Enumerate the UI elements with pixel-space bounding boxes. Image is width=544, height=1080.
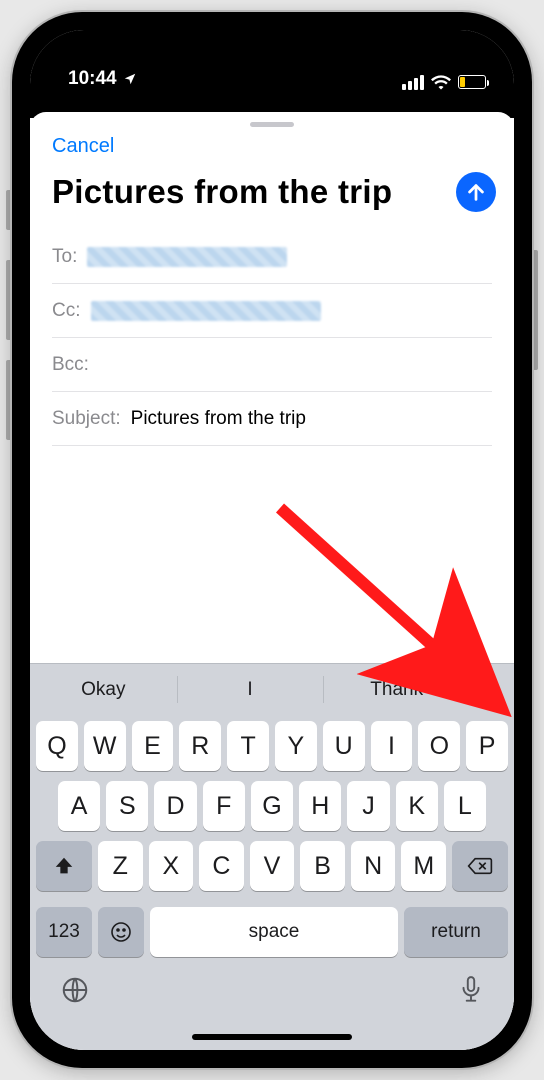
compose-title: Pictures from the trip xyxy=(52,173,448,211)
key-r[interactable]: R xyxy=(179,721,221,771)
arrow-up-icon xyxy=(465,181,487,203)
cc-label: Cc: xyxy=(52,300,81,322)
key-f[interactable]: F xyxy=(203,781,245,831)
backspace-key[interactable] xyxy=(452,841,508,891)
home-indicator[interactable] xyxy=(192,1034,352,1040)
key-j[interactable]: J xyxy=(347,781,389,831)
cancel-button[interactable]: Cancel xyxy=(52,135,114,157)
bcc-field[interactable]: Bcc: xyxy=(52,338,492,392)
microphone-icon xyxy=(458,975,484,1005)
suggestion-2[interactable]: Thank xyxy=(323,664,470,715)
battery-icon xyxy=(458,75,486,89)
numeric-key[interactable]: 123 xyxy=(36,907,92,957)
emoji-key[interactable] xyxy=(98,907,144,957)
suggestion-bar: Okay I Thank xyxy=(30,663,514,715)
key-row-1: Q W E R T Y U I O P xyxy=(36,721,508,771)
subject-value: Pictures from the trip xyxy=(131,408,306,430)
key-p[interactable]: P xyxy=(466,721,508,771)
send-button[interactable] xyxy=(456,172,496,212)
key-h[interactable]: H xyxy=(299,781,341,831)
key-w[interactable]: W xyxy=(84,721,126,771)
key-u[interactable]: U xyxy=(323,721,365,771)
chevron-left-icon xyxy=(485,679,499,701)
side-button-power xyxy=(532,250,538,370)
key-n[interactable]: N xyxy=(351,841,396,891)
emoji-icon xyxy=(109,920,133,944)
key-v[interactable]: V xyxy=(250,841,295,891)
subject-label: Subject: xyxy=(52,408,121,430)
key-z[interactable]: Z xyxy=(98,841,143,891)
subject-field[interactable]: Subject: Pictures from the trip xyxy=(52,392,492,446)
to-value-redacted xyxy=(87,247,287,267)
bcc-label: Bcc: xyxy=(52,354,89,376)
space-key[interactable]: space xyxy=(150,907,398,957)
screen: 10:44 Cancel Pictures from the trip xyxy=(30,30,514,1050)
location-icon xyxy=(123,72,137,86)
notch xyxy=(157,30,387,62)
dictation-key[interactable] xyxy=(458,975,484,1010)
key-c[interactable]: C xyxy=(199,841,244,891)
key-k[interactable]: K xyxy=(396,781,438,831)
key-m[interactable]: M xyxy=(401,841,446,891)
cc-field[interactable]: Cc: xyxy=(52,284,492,338)
key-e[interactable]: E xyxy=(132,721,174,771)
sheet-grabber[interactable] xyxy=(250,122,294,127)
to-field[interactable]: To: xyxy=(52,230,492,284)
key-row-2: A S D F G H J K L xyxy=(36,781,508,831)
key-a[interactable]: A xyxy=(58,781,100,831)
wifi-icon xyxy=(431,74,451,90)
keyboard: Okay I Thank Q W E R T Y U xyxy=(30,663,514,1050)
key-row-3: Z X C V B N M xyxy=(36,841,508,891)
compose-sheet: Cancel Pictures from the trip To: Cc: xyxy=(30,112,514,1050)
key-x[interactable]: X xyxy=(149,841,194,891)
shift-icon xyxy=(53,855,75,877)
cc-value-redacted xyxy=(91,301,321,321)
status-time: 10:44 xyxy=(68,68,117,90)
to-label: To: xyxy=(52,246,77,268)
key-i[interactable]: I xyxy=(371,721,413,771)
globe-key[interactable] xyxy=(60,975,90,1010)
backspace-icon xyxy=(467,855,493,877)
key-o[interactable]: O xyxy=(418,721,460,771)
key-t[interactable]: T xyxy=(227,721,269,771)
cellular-signal-icon xyxy=(402,75,424,90)
suggestion-0[interactable]: Okay xyxy=(30,664,177,715)
key-b[interactable]: B xyxy=(300,841,345,891)
key-s[interactable]: S xyxy=(106,781,148,831)
shift-key[interactable] xyxy=(36,841,92,891)
key-q[interactable]: Q xyxy=(36,721,78,771)
key-y[interactable]: Y xyxy=(275,721,317,771)
phone-frame: 10:44 Cancel Pictures from the trip xyxy=(12,12,532,1068)
key-g[interactable]: G xyxy=(251,781,293,831)
suggestion-expand-toggle[interactable] xyxy=(470,664,514,715)
globe-icon xyxy=(60,975,90,1005)
key-l[interactable]: L xyxy=(444,781,486,831)
return-key[interactable]: return xyxy=(404,907,508,957)
key-d[interactable]: D xyxy=(154,781,196,831)
key-row-ctrl: 123 space return xyxy=(30,907,514,965)
suggestion-1[interactable]: I xyxy=(177,664,324,715)
